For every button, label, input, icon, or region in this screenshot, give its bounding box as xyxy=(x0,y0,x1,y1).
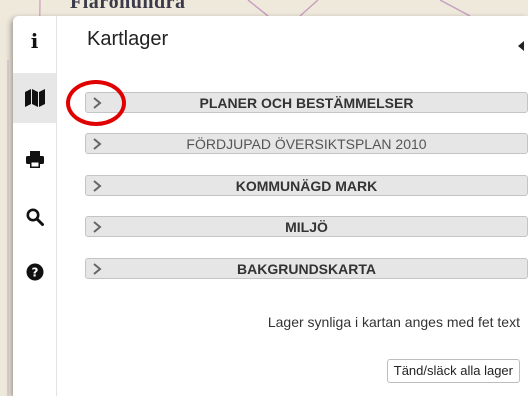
layer-group-miljo[interactable]: MILJÖ xyxy=(85,216,528,237)
layer-group-bakgrundskarta[interactable]: BAKGRUNDSKARTA xyxy=(85,258,528,279)
layer-group-label: MILJÖ xyxy=(285,219,328,235)
help-icon: ? xyxy=(26,263,43,281)
chevron-right-icon xyxy=(93,180,102,192)
sidebar-item-print[interactable] xyxy=(13,134,56,184)
svg-text:?: ? xyxy=(31,266,38,280)
sidebar-item-search[interactable] xyxy=(13,192,56,242)
collapse-panel-icon[interactable] xyxy=(518,41,524,51)
chevron-right-icon xyxy=(93,97,102,109)
map-place-label: Flarðhundra xyxy=(70,0,186,13)
visibility-hint-text: Lager synliga i kartan anges med fet tex… xyxy=(267,314,520,330)
chevron-right-icon xyxy=(93,138,102,150)
panel-title: Kartlager xyxy=(87,28,169,50)
sidebar-icon-column: i ? xyxy=(13,16,57,396)
search-icon xyxy=(26,208,44,226)
layer-group-kommunagd-mark[interactable]: KOMMUNÄGD MARK xyxy=(85,175,528,196)
layer-group-label: BAKGRUNDSKARTA xyxy=(237,261,376,277)
layer-group-planer[interactable]: PLANER OCH BESTÄMMELSER xyxy=(85,92,528,113)
sidebar-item-info[interactable]: i xyxy=(13,16,56,66)
chevron-right-icon xyxy=(93,221,102,233)
layer-group-label: KOMMUNÄGD MARK xyxy=(235,178,378,194)
info-icon: i xyxy=(30,29,39,53)
layer-panel: i ? Kartlager PLANER OCH BESTÄMMELSER FÖ… xyxy=(13,16,528,396)
print-icon xyxy=(25,150,44,168)
toggle-all-layers-button[interactable]: Tänd/släck alla lager xyxy=(386,359,520,383)
layer-group-label: FÖRDJUPAD ÖVERSIKTSPLAN 2010 xyxy=(186,136,427,152)
layer-group-fordjupad[interactable]: FÖRDJUPAD ÖVERSIKTSPLAN 2010 xyxy=(85,133,528,154)
sidebar-item-map[interactable] xyxy=(13,73,56,123)
map-icon xyxy=(24,89,45,107)
layer-group-label: PLANER OCH BESTÄMMELSER xyxy=(199,95,414,111)
sidebar-item-help[interactable]: ? xyxy=(13,247,56,297)
chevron-right-icon xyxy=(93,263,102,275)
